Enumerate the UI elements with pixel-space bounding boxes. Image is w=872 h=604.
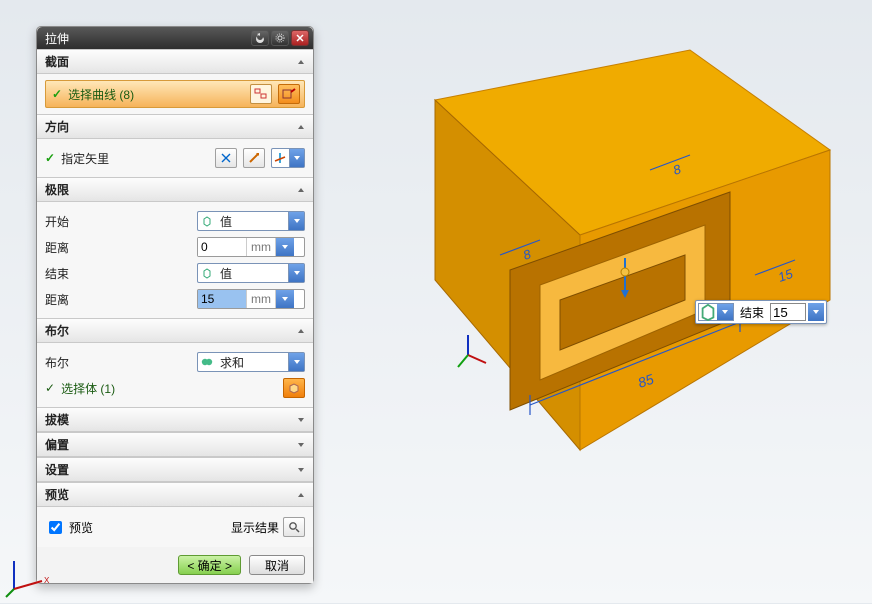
- vector-combo[interactable]: [271, 148, 305, 168]
- start-dist-label: 距离: [45, 239, 105, 256]
- dialog-title: 拉伸: [45, 30, 249, 47]
- chevron-down-icon: [297, 438, 305, 452]
- boolean-mode-label: 布尔: [45, 354, 105, 371]
- boolean-mode-text: 求和: [216, 354, 288, 371]
- section-head-limits[interactable]: 极限: [37, 177, 313, 202]
- end-mode-combo[interactable]: 值: [197, 263, 305, 283]
- end-mode-text: 值: [216, 265, 288, 282]
- end-distance-field[interactable]: [198, 290, 246, 308]
- section-head-offset[interactable]: 偏置: [37, 432, 313, 457]
- ok-button[interactable]: < 确定 >: [178, 555, 241, 575]
- chevron-down-icon: [297, 413, 305, 427]
- spin-icon[interactable]: [276, 290, 294, 308]
- reverse-vector-button[interactable]: [215, 148, 237, 168]
- settings-label: 设置: [45, 461, 69, 478]
- close-button[interactable]: [291, 30, 309, 46]
- offset-label: 偏置: [45, 436, 69, 453]
- cancel-button[interactable]: 取消: [249, 555, 305, 575]
- chevron-up-icon: [297, 183, 305, 197]
- vector-label: 指定矢里: [61, 150, 109, 167]
- check-icon: ✓: [52, 87, 62, 101]
- cube-icon: [198, 215, 216, 227]
- start-mode-combo[interactable]: 值: [197, 211, 305, 231]
- section-label: 截面: [45, 53, 69, 70]
- svg-text:X: X: [44, 576, 50, 585]
- check-icon: ✓: [45, 381, 55, 395]
- preview-label: 预览: [45, 486, 69, 503]
- chevron-down-icon[interactable]: [717, 304, 733, 320]
- axis-icon: [272, 152, 289, 164]
- end-distance-input[interactable]: mm: [197, 289, 305, 309]
- chevron-up-icon: [297, 55, 305, 69]
- select-body-label: 选择体 (1): [61, 380, 115, 397]
- svg-text:85: 85: [636, 371, 656, 391]
- view-triad: X: [4, 549, 54, 599]
- body-select-button[interactable]: [283, 378, 305, 398]
- preview-checkbox[interactable]: [49, 521, 62, 534]
- floating-end-input[interactable]: 结束: [695, 300, 827, 324]
- section-head-preview[interactable]: 预览: [37, 482, 313, 507]
- chevron-down-icon[interactable]: [288, 212, 304, 230]
- vector-constructor-button[interactable]: [243, 148, 265, 168]
- select-curve-row[interactable]: ✓ 选择曲线 (8): [45, 80, 305, 108]
- end-label: 结束: [45, 265, 105, 282]
- boolean-label: 布尔: [45, 322, 69, 339]
- chevron-down-icon[interactable]: [289, 149, 304, 167]
- unit-label: mm: [246, 238, 276, 256]
- section-head-boolean[interactable]: 布尔: [37, 318, 313, 343]
- svg-text:8: 8: [671, 161, 683, 178]
- select-body-row[interactable]: ✓ 选择体 (1): [45, 375, 305, 401]
- vector-row: ✓ 指定矢里: [45, 145, 305, 171]
- curve-rule-button[interactable]: [250, 84, 272, 104]
- svg-text:8: 8: [521, 246, 533, 263]
- preview-chk-label: 预览: [69, 519, 93, 536]
- chevron-down-icon: [297, 463, 305, 477]
- unite-icon: [198, 356, 216, 368]
- start-distance-input[interactable]: mm: [197, 237, 305, 257]
- start-label: 开始: [45, 213, 105, 230]
- undo-button[interactable]: [251, 30, 269, 46]
- show-result-label: 显示结果: [231, 519, 279, 536]
- spin-icon[interactable]: [276, 238, 294, 256]
- boolean-mode-combo[interactable]: 求和: [197, 352, 305, 372]
- draft-label: 拔模: [45, 411, 69, 428]
- direction-label: 方向: [45, 118, 69, 135]
- extrude-dialog: 拉伸 截面 ✓ 选择曲线 (8) 方向 ✓ 指定矢里: [36, 26, 314, 584]
- chevron-down-icon[interactable]: [288, 353, 304, 371]
- titlebar[interactable]: 拉伸: [37, 27, 313, 49]
- check-icon: ✓: [45, 151, 55, 165]
- select-curve-label: 选择曲线 (8): [68, 86, 134, 103]
- section-head-settings[interactable]: 设置: [37, 457, 313, 482]
- end-dist-label: 距离: [45, 291, 105, 308]
- gear-button[interactable]: [271, 30, 289, 46]
- section-head-draft[interactable]: 拔模: [37, 407, 313, 432]
- float-label: 结束: [736, 304, 768, 321]
- svg-text:15: 15: [776, 266, 795, 285]
- start-mode-text: 值: [216, 213, 288, 230]
- float-mode-combo[interactable]: [698, 303, 734, 321]
- dialog-footer: < 确定 > 取消: [37, 547, 313, 583]
- float-value-input[interactable]: [770, 303, 806, 321]
- sketch-button[interactable]: [278, 84, 300, 104]
- limits-label: 极限: [45, 181, 69, 198]
- start-distance-field[interactable]: [198, 238, 246, 256]
- chevron-up-icon: [297, 488, 305, 502]
- chevron-up-icon: [297, 120, 305, 134]
- chevron-up-icon: [297, 324, 305, 338]
- unit-label: mm: [246, 290, 276, 308]
- show-result-button[interactable]: [283, 517, 305, 537]
- cube-icon: [198, 267, 216, 279]
- section-head-direction[interactable]: 方向: [37, 114, 313, 139]
- section-head-section[interactable]: 截面: [37, 49, 313, 74]
- float-spin[interactable]: [808, 303, 824, 321]
- chevron-down-icon[interactable]: [288, 264, 304, 282]
- cube-icon: [699, 304, 717, 320]
